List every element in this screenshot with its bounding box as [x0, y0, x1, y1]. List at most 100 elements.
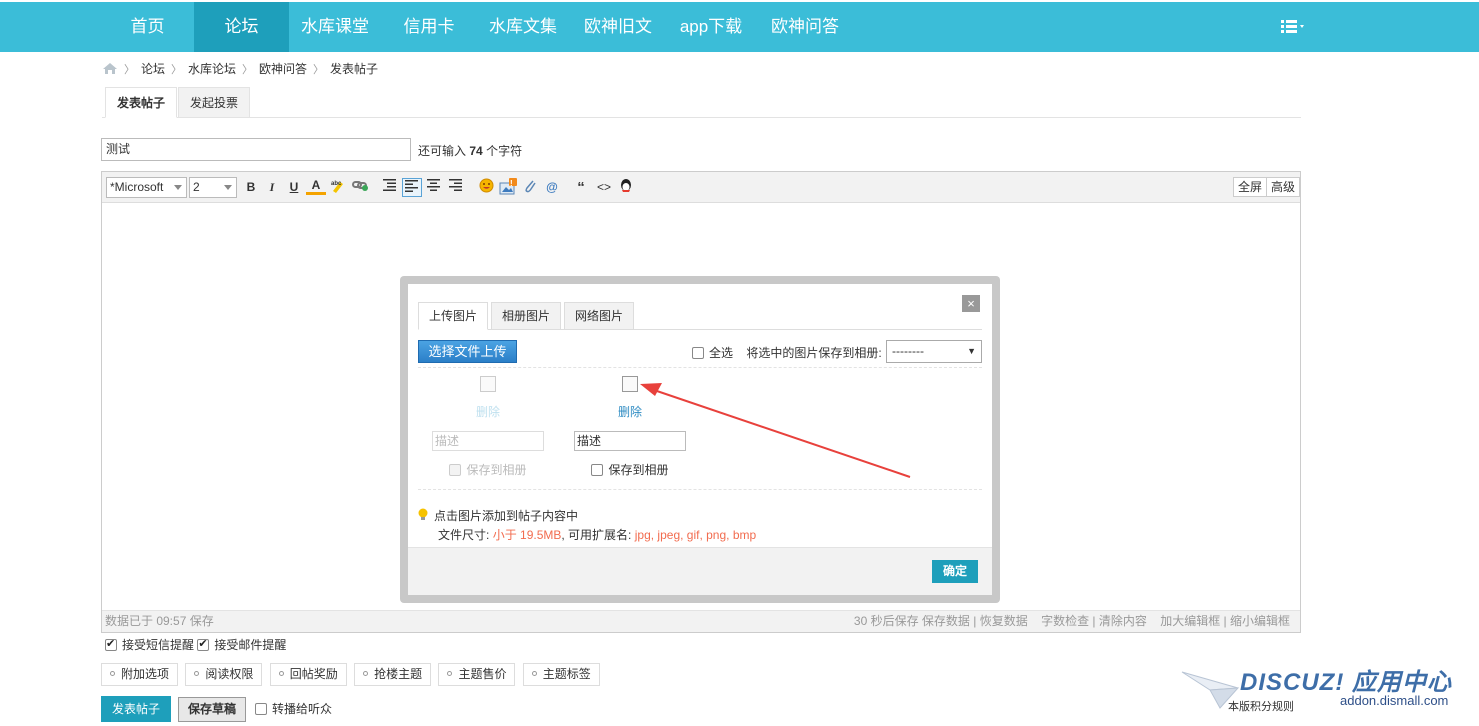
credit-rules-link[interactable]: 本版积分规则	[1228, 698, 1294, 714]
option-thread-price[interactable]: 主题售价	[438, 663, 516, 686]
tab-new-post[interactable]: 发表帖子	[105, 87, 178, 118]
tab-upload-image[interactable]: 上传图片	[418, 302, 489, 330]
uploaded-image-item: 删除 描述 保存到相册	[574, 376, 686, 478]
option-label: 附加选项	[121, 667, 170, 681]
option-extra[interactable]: 附加选项	[101, 663, 179, 686]
breadcrumb-item-qa[interactable]: 欧神问答	[259, 62, 307, 76]
nav-item-collection[interactable]: 水库文集	[477, 2, 569, 52]
close-icon[interactable]: ×	[962, 295, 980, 312]
underline-icon[interactable]: U	[284, 178, 304, 197]
nav-item-qa[interactable]: 欧神问答	[762, 2, 848, 52]
delete-image-link[interactable]: 删除	[432, 403, 544, 420]
code-icon[interactable]: <>	[594, 178, 614, 197]
svg-text:abc: abc	[331, 181, 342, 187]
album-select[interactable]: -------- ▼	[886, 340, 982, 363]
save-to-album-text: 保存到相册	[608, 463, 669, 477]
bold-icon[interactable]: B	[241, 178, 261, 197]
align-left-icon[interactable]	[402, 178, 422, 197]
save-restore-links[interactable]: 30 秒后保存 保存数据 | 恢复数据	[854, 614, 1028, 628]
dialog-footer: 确定	[408, 547, 992, 595]
upload-hint: 点击图片添加到帖子内容中 文件尺寸: 小于 19.5MB, 可用扩展名: jpg…	[418, 507, 756, 545]
broadcast-checkbox[interactable]	[255, 703, 267, 715]
submit-post-button[interactable]: 发表帖子	[101, 696, 171, 722]
save-to-album-option[interactable]: 保存到相册	[432, 461, 544, 478]
smiley-icon[interactable]	[476, 178, 496, 197]
link-icon[interactable]	[350, 178, 370, 197]
list-menu-icon[interactable]	[1281, 20, 1304, 34]
breadcrumb-item-reservoir-forum[interactable]: 水库论坛	[188, 62, 236, 76]
font-size-value: 2	[193, 180, 200, 194]
float-left-icon[interactable]	[380, 178, 400, 197]
divider	[418, 489, 982, 490]
highlight-icon[interactable]: abc	[328, 178, 348, 197]
select-all-checkbox[interactable]	[692, 347, 704, 359]
image-description-input[interactable]: 描述	[574, 431, 686, 451]
broadcast-option[interactable]: 转播给听众	[255, 700, 332, 717]
image-icon[interactable]: !	[498, 178, 518, 197]
quote-icon[interactable]: “	[571, 178, 591, 197]
hint-prefix: 还可输入	[418, 144, 467, 158]
align-right-icon[interactable]	[446, 178, 466, 197]
hint-size-value: 小于 19.5MB	[492, 528, 562, 542]
save-draft-button[interactable]: 保存草稿	[178, 697, 246, 722]
uploaded-image-item: 删除 描述 保存到相册	[432, 376, 544, 478]
font-family-value: *Microsoft	[110, 180, 164, 194]
option-read-permission[interactable]: 阅读权限	[185, 663, 263, 686]
nav-item-old-articles[interactable]: 欧神旧文	[574, 2, 662, 52]
hint-suffix: 个字符	[486, 144, 523, 158]
extra-options: 附加选项 阅读权限 回帖奖励 抢楼主题 主题售价 主题标签	[101, 663, 604, 687]
tab-web-image[interactable]: 网络图片	[564, 302, 635, 330]
save-to-album-label: 将选中的图片保存到相册:	[746, 346, 882, 360]
save-to-album-checkbox[interactable]	[449, 464, 462, 476]
tab-album-image[interactable]: 相册图片	[491, 302, 562, 330]
qq-icon[interactable]	[616, 178, 636, 197]
option-reply-reward[interactable]: 回帖奖励	[269, 663, 347, 686]
save-to-album-text: 保存到相册	[466, 463, 527, 477]
resize-editor-links[interactable]: 加大编辑框 | 缩小编辑框	[1160, 614, 1290, 628]
font-family-select[interactable]: *Microsoft	[106, 177, 187, 198]
image-description-input[interactable]: 描述	[432, 431, 544, 451]
nav-item-app-download[interactable]: app下载	[670, 2, 752, 52]
breadcrumb-item-forum[interactable]: 论坛	[141, 62, 165, 76]
italic-icon[interactable]: I	[262, 178, 282, 197]
email-notify-label: 接受邮件提醒	[214, 638, 287, 652]
option-label: 抢楼主题	[374, 667, 423, 681]
select-all-row: 全选 将选中的图片保存到相册:	[692, 344, 882, 361]
save-to-album-option[interactable]: 保存到相册	[574, 461, 686, 478]
breadcrumb-item-current: 发表帖子	[330, 62, 379, 76]
save-to-album-checkbox[interactable]	[591, 464, 604, 476]
subject-char-hint: 还可输入 74 个字符	[418, 142, 522, 159]
nav-item-forum[interactable]: 论坛	[194, 2, 289, 52]
delete-image-link[interactable]: 删除	[574, 403, 686, 420]
select-file-upload-button[interactable]: 选择文件上传	[418, 340, 517, 363]
dialog-tabs: 上传图片 相册图片 网络图片	[418, 302, 982, 330]
nav-item-credit-card[interactable]: 信用卡	[391, 2, 467, 52]
home-icon[interactable]	[102, 62, 118, 75]
watermark-brand: DISCUZ! 应用中心	[1240, 669, 1452, 696]
editor-toolbar: *Microsoft 2 B I U A abc ! @ “ <> 全屏 高级	[102, 172, 1300, 203]
hint-ext-value: jpg, jpeg, gif, png, bmp	[634, 528, 757, 542]
font-color-icon[interactable]: A	[306, 178, 326, 195]
email-notify-checkbox[interactable]	[197, 637, 210, 651]
image-upload-dialog: 上传图片 相册图片 网络图片 × 选择文件上传 全选 将选中的图片保存到相册: …	[408, 284, 992, 595]
attachment-icon[interactable]	[520, 178, 540, 197]
broken-image-icon[interactable]	[622, 376, 638, 392]
option-floor-grab[interactable]: 抢楼主题	[354, 663, 432, 686]
align-center-icon[interactable]	[424, 178, 444, 197]
sms-notify-checkbox[interactable]	[105, 637, 117, 651]
option-thread-tags[interactable]: 主题标签	[522, 663, 600, 686]
autosave-status: 数据已于 09:57 保存	[105, 614, 214, 628]
nav-item-classroom[interactable]: 水库课堂	[289, 2, 381, 52]
nav-item-home[interactable]: 首页	[101, 2, 194, 52]
advanced-mode-button[interactable]: 高级	[1266, 177, 1300, 197]
at-icon[interactable]: @	[542, 178, 562, 197]
confirm-button[interactable]: 确定	[932, 560, 978, 583]
watermark-url: addon.dismall.com	[1340, 693, 1449, 708]
top-nav: 首页 论坛 水库课堂 信用卡 水库文集 欧神旧文 app下载 欧神问答	[0, 2, 1479, 52]
broken-image-icon[interactable]	[480, 376, 496, 392]
word-check-clear-links[interactable]: 字数检查 | 清除内容	[1041, 614, 1147, 628]
subject-input[interactable]: 测试	[101, 138, 411, 161]
fullscreen-button[interactable]: 全屏	[1233, 177, 1268, 197]
tab-new-poll[interactable]: 发起投票	[178, 87, 251, 118]
font-size-select[interactable]: 2	[189, 177, 237, 198]
